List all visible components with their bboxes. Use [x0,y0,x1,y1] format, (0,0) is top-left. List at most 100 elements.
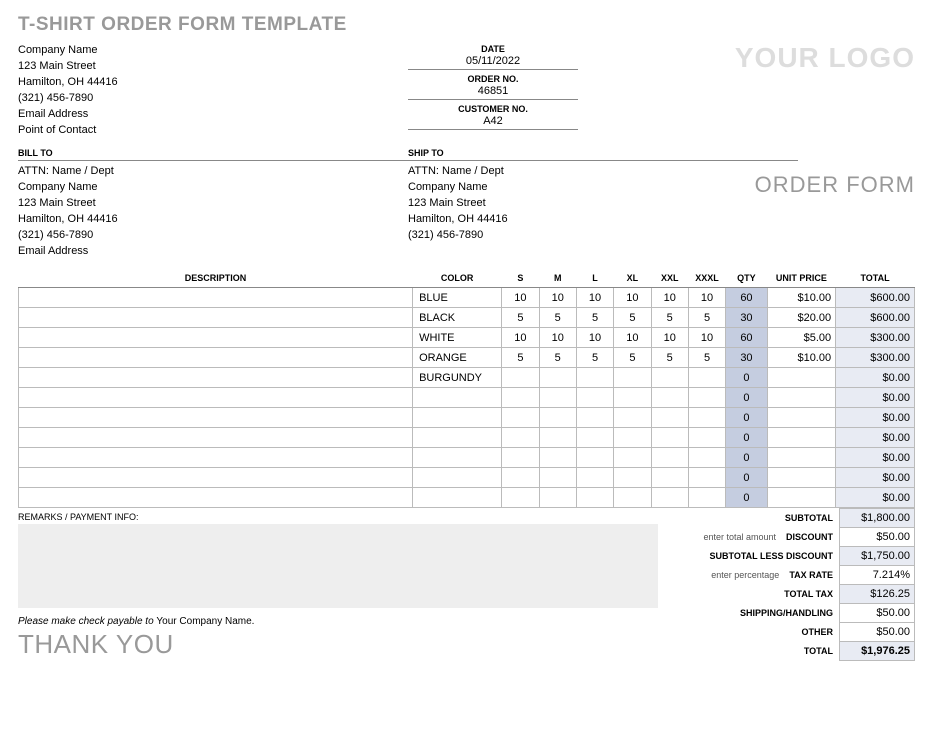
cell-m[interactable]: 5 [539,348,576,368]
cell-up[interactable] [767,448,835,468]
cell-desc[interactable] [19,448,413,468]
cell-desc[interactable] [19,428,413,448]
cell-qty[interactable]: 60 [726,288,767,308]
cell-up[interactable] [767,368,835,388]
cell-up[interactable] [767,428,835,448]
shipping-value[interactable]: $50.00 [839,603,915,623]
cell-xl[interactable] [614,408,651,428]
cell-l[interactable]: 5 [576,308,613,328]
cell-xl[interactable] [614,448,651,468]
cell-color[interactable] [413,428,502,448]
cell-m[interactable] [539,368,576,388]
cell-tot[interactable]: $0.00 [836,428,915,448]
cell-xxl[interactable] [651,408,688,428]
cell-xl[interactable]: 10 [614,328,651,348]
cell-s[interactable] [502,408,539,428]
cell-xxxl[interactable] [688,428,725,448]
cell-m[interactable] [539,488,576,508]
cell-l[interactable] [576,368,613,388]
cell-l[interactable] [576,428,613,448]
cell-l[interactable] [576,488,613,508]
cell-m[interactable]: 5 [539,308,576,328]
cell-xxxl[interactable] [688,468,725,488]
cell-xxl[interactable]: 5 [651,308,688,328]
cell-tot[interactable]: $0.00 [836,388,915,408]
remarks-box[interactable] [18,524,658,608]
cell-tot[interactable]: $0.00 [836,448,915,468]
cell-l[interactable] [576,408,613,428]
cell-color[interactable] [413,408,502,428]
cell-tot[interactable]: $600.00 [836,288,915,308]
cell-s[interactable]: 10 [502,328,539,348]
cell-l[interactable]: 10 [576,328,613,348]
cell-m[interactable]: 10 [539,288,576,308]
cell-l[interactable]: 5 [576,348,613,368]
tax-rate-value[interactable]: 7.214% [839,565,915,585]
cell-xxxl[interactable] [688,488,725,508]
cell-up[interactable]: $5.00 [767,328,835,348]
cell-tot[interactable]: $0.00 [836,488,915,508]
cell-up[interactable] [767,468,835,488]
cell-xxxl[interactable]: 10 [688,328,725,348]
cell-desc[interactable] [19,388,413,408]
cell-m[interactable] [539,468,576,488]
cell-s[interactable] [502,388,539,408]
cell-xxxl[interactable] [688,388,725,408]
cell-xxl[interactable]: 10 [651,328,688,348]
cell-up[interactable]: $20.00 [767,308,835,328]
cell-s[interactable] [502,368,539,388]
cell-color[interactable] [413,448,502,468]
cell-xxl[interactable] [651,468,688,488]
cell-xl[interactable] [614,428,651,448]
cell-qty[interactable]: 0 [726,488,767,508]
cell-tot[interactable]: $0.00 [836,468,915,488]
cell-up[interactable] [767,408,835,428]
cell-color[interactable] [413,468,502,488]
cell-s[interactable]: 5 [502,308,539,328]
cell-tot[interactable]: $300.00 [836,348,915,368]
cell-m[interactable] [539,448,576,468]
cell-l[interactable] [576,468,613,488]
cell-s[interactable] [502,448,539,468]
cell-qty[interactable]: 0 [726,388,767,408]
cell-xxl[interactable]: 5 [651,348,688,368]
cell-xxl[interactable] [651,488,688,508]
cell-l[interactable] [576,448,613,468]
cell-desc[interactable] [19,288,413,308]
cell-color[interactable] [413,388,502,408]
cell-color[interactable]: BURGUNDY [413,368,502,388]
cell-s[interactable]: 10 [502,288,539,308]
cell-qty[interactable]: 30 [726,308,767,328]
cell-color[interactable] [413,488,502,508]
cell-m[interactable] [539,388,576,408]
cell-qty[interactable]: 30 [726,348,767,368]
cell-s[interactable]: 5 [502,348,539,368]
cell-xxl[interactable] [651,368,688,388]
cell-up[interactable]: $10.00 [767,348,835,368]
cell-xl[interactable]: 10 [614,288,651,308]
cell-xxxl[interactable] [688,408,725,428]
cell-s[interactable] [502,428,539,448]
cell-xl[interactable] [614,388,651,408]
cell-qty[interactable]: 0 [726,428,767,448]
cell-xxl[interactable]: 10 [651,288,688,308]
cell-l[interactable] [576,388,613,408]
cell-m[interactable] [539,408,576,428]
cell-color[interactable]: BLACK [413,308,502,328]
cell-xxl[interactable] [651,388,688,408]
cell-desc[interactable] [19,328,413,348]
cell-xxxl[interactable] [688,368,725,388]
cell-color[interactable]: WHITE [413,328,502,348]
cell-l[interactable]: 10 [576,288,613,308]
cell-desc[interactable] [19,468,413,488]
cell-xxl[interactable] [651,428,688,448]
cell-color[interactable]: ORANGE [413,348,502,368]
cell-xxxl[interactable] [688,448,725,468]
cell-desc[interactable] [19,308,413,328]
cell-s[interactable] [502,488,539,508]
cell-desc[interactable] [19,348,413,368]
cell-xl[interactable]: 5 [614,348,651,368]
cell-xl[interactable] [614,468,651,488]
cell-tot[interactable]: $300.00 [836,328,915,348]
cell-tot[interactable]: $0.00 [836,408,915,428]
